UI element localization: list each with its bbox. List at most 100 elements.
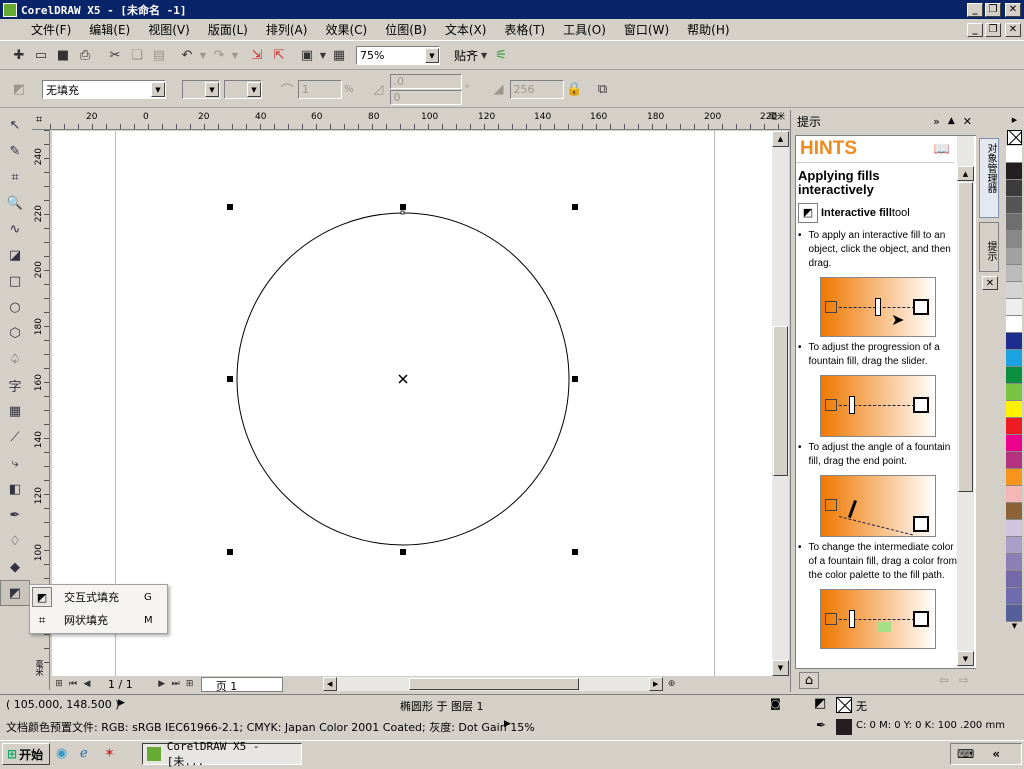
shape-tool-icon[interactable]: ✎	[0, 138, 30, 164]
snap-to-label[interactable]: 贴齐	[454, 47, 478, 64]
palette-scroll-up-icon[interactable]: ▶	[1005, 116, 1024, 128]
next-page-icon[interactable]: ▶	[155, 677, 169, 691]
palette-color-swatch[interactable]	[1006, 384, 1022, 401]
restore-button[interactable]: ❐	[985, 2, 1001, 17]
doc-minimize-button[interactable]: _	[967, 22, 983, 37]
fill-type-combo[interactable]: 无填充 ▼	[42, 80, 166, 99]
redo-dropdown-icon[interactable]: ▼	[230, 45, 240, 67]
tab-hints[interactable]: 提示	[979, 222, 999, 272]
menu-view[interactable]: 视图(V)	[139, 21, 199, 38]
launcher-dropdown-icon[interactable]: ▼	[318, 45, 328, 67]
docker-close-icon[interactable]: ✕	[963, 115, 972, 128]
palette-color-swatch[interactable]	[1006, 367, 1022, 384]
add-page-before-icon[interactable]: ⊞	[52, 677, 66, 691]
fill-color-1-dropdown-icon[interactable]: ▼	[205, 82, 219, 97]
outline-color-swatch[interactable]	[836, 719, 852, 735]
hints-scrollbar[interactable]: ▲ ▼	[957, 136, 974, 668]
tab-object-manager[interactable]: 对象管理器	[979, 138, 999, 218]
menu-text[interactable]: 文本(X)	[436, 21, 496, 38]
palette-color-swatch[interactable]	[1006, 503, 1022, 520]
lock-icon[interactable]: 🔒	[564, 79, 586, 101]
palette-color-swatch[interactable]	[1006, 265, 1022, 282]
vertical-scroll-thumb[interactable]	[773, 326, 788, 476]
hints-scroll-down-icon[interactable]: ▼	[957, 651, 974, 666]
table-tool-icon[interactable]: ▦	[0, 398, 30, 424]
first-page-icon[interactable]: ⏮	[66, 677, 80, 691]
docker-tabs-close-icon[interactable]: ✕	[982, 276, 998, 290]
palette-color-swatch[interactable]	[1006, 248, 1022, 265]
tray-expand-icon[interactable]: «	[992, 747, 1000, 761]
palette-color-swatch[interactable]	[1006, 231, 1022, 248]
cut-icon[interactable]: ✂	[104, 45, 126, 67]
profile-arrow-icon[interactable]: ▶	[504, 719, 511, 729]
scroll-down-icon[interactable]: ▼	[772, 660, 789, 676]
color-profile-info[interactable]: 文档颜色预置文件: RGB: sRGB IEC61966-2.1; CMYK: …	[6, 719, 535, 735]
print-icon[interactable]: ⎙	[74, 45, 96, 67]
paste-icon[interactable]: ▤	[148, 45, 170, 67]
selection-handle-top-right[interactable]	[572, 204, 578, 210]
menu-window[interactable]: 窗口(W)	[615, 21, 678, 38]
interactive-fill-tool-icon[interactable]: ◩	[0, 580, 30, 606]
page-tab[interactable]: 页 1	[200, 676, 283, 693]
text-tool-icon[interactable]: 字	[0, 372, 30, 398]
fill-type-dropdown-icon[interactable]: ▼	[151, 82, 165, 97]
basic-shapes-tool-icon[interactable]: ♤	[0, 346, 30, 372]
palette-color-swatch[interactable]	[1006, 554, 1022, 571]
undo-icon[interactable]: ↶	[176, 45, 198, 67]
palette-color-swatch[interactable]	[1006, 588, 1022, 605]
close-button[interactable]: ✕	[1005, 2, 1021, 17]
hints-scroll-thumb[interactable]	[958, 182, 973, 492]
horizontal-scroll-thumb[interactable]	[408, 678, 579, 690]
steps-field[interactable]: 256	[509, 80, 564, 99]
start-button[interactable]: ⊞ 开始	[2, 743, 50, 765]
hints-back-icon[interactable]: ⇦	[939, 673, 949, 687]
palette-color-swatch[interactable]	[1006, 605, 1022, 622]
snap-dropdown-icon[interactable]: ▼	[478, 45, 490, 67]
quicklaunch-ie-icon[interactable]: ℯ	[80, 746, 88, 761]
prev-page-icon[interactable]: ◀	[80, 677, 94, 691]
menu-bitmaps[interactable]: 位图(B)	[376, 21, 436, 38]
redo-icon[interactable]: ↷	[208, 45, 230, 67]
copy-icon[interactable]: ❏	[126, 45, 148, 67]
pick-tool-icon[interactable]: ↖	[0, 112, 30, 138]
fill-color-2-dropdown-icon[interactable]: ▼	[247, 82, 261, 97]
menu-help[interactable]: 帮助(H)	[678, 21, 738, 38]
selection-handle-bottom[interactable]	[400, 549, 406, 555]
minimize-button[interactable]: _	[967, 2, 983, 17]
midpoint-field[interactable]: 1	[298, 80, 342, 99]
selection-handle-left[interactable]	[227, 376, 233, 382]
new-icon[interactable]: ✚	[8, 45, 30, 67]
menu-edit[interactable]: 编辑(E)	[80, 21, 139, 38]
hints-scroll-up-icon[interactable]: ▲	[957, 166, 974, 181]
zoom-level-combo[interactable]: 75% ▼	[356, 46, 440, 65]
palette-color-swatch[interactable]	[1006, 333, 1022, 350]
doc-restore-button[interactable]: ❐	[985, 22, 1001, 37]
palette-color-swatch[interactable]	[1006, 316, 1022, 333]
horizontal-ruler[interactable]: ⌗ 20 0 20 40 60 80 100 120 140 160 180 2…	[32, 112, 790, 130]
selection-handle-bottom-right[interactable]	[572, 549, 578, 555]
palette-scroll-down-icon[interactable]: ▼	[1005, 622, 1024, 636]
copy-fill-properties-icon[interactable]: ⧉	[592, 79, 614, 101]
zoom-tool-icon[interactable]: 🔍	[0, 190, 30, 216]
angle-field[interactable]: .0	[389, 74, 462, 89]
import-icon[interactable]: ⇲	[246, 45, 268, 67]
fill-tool-icon[interactable]: ◆	[0, 554, 30, 580]
last-page-icon[interactable]: ⏭	[169, 677, 183, 691]
selection-handle-top[interactable]	[400, 204, 406, 210]
palette-color-swatch[interactable]	[1006, 197, 1022, 214]
freehand-tool-icon[interactable]: ∿	[0, 216, 30, 242]
selection-handle-bottom-left[interactable]	[227, 549, 233, 555]
hints-home-icon[interactable]: ⌂	[799, 671, 819, 689]
scroll-left-icon[interactable]: ◀	[322, 677, 337, 691]
zoom-dropdown-icon[interactable]: ▼	[425, 48, 439, 63]
palette-color-swatch[interactable]	[1006, 520, 1022, 537]
ellipse-tool-icon[interactable]: ○	[0, 294, 30, 320]
menu-layout[interactable]: 版面(L)	[199, 21, 257, 38]
palette-color-swatch[interactable]	[1006, 537, 1022, 554]
palette-color-swatch[interactable]	[1006, 214, 1022, 231]
palette-color-swatch[interactable]	[1006, 299, 1022, 316]
palette-color-swatch[interactable]	[1006, 418, 1022, 435]
fill-picker-icon[interactable]: ◩	[8, 79, 30, 101]
menu-arrange[interactable]: 排列(A)	[257, 21, 317, 38]
open-icon[interactable]: ▭	[30, 45, 52, 67]
